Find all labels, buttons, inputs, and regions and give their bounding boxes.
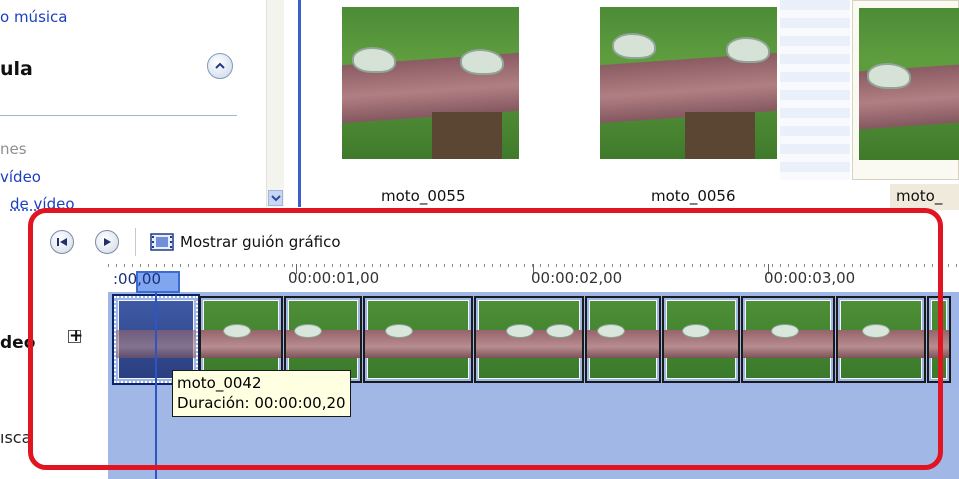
clip-thumbnail[interactable]: [342, 7, 519, 159]
timeline-clip[interactable]: [585, 296, 661, 383]
timeline-clip[interactable]: [836, 296, 926, 383]
import-music-link[interactable]: o música: [0, 8, 68, 26]
clip-tooltip: moto_0042 Duración: 00:00:00,20: [172, 370, 351, 417]
tooltip-clip-name: moto_0042: [177, 374, 262, 392]
scroll-down-button[interactable]: [268, 190, 283, 206]
clip-thumbnail-label: moto_0056: [651, 187, 736, 205]
show-storyboard-label: Mostrar guión gráfico: [180, 233, 341, 251]
timeline-clip[interactable]: [741, 296, 835, 383]
filmstrip-decoration: [780, 0, 850, 180]
collapse-section-button[interactable]: [207, 53, 233, 79]
show-storyboard-button[interactable]: Mostrar guión gráfico: [150, 231, 341, 253]
task-pane-scrollbar[interactable]: [266, 0, 284, 207]
video-track-label: deo: [0, 333, 36, 353]
playhead-time: :00,00: [113, 270, 161, 288]
time-ruler[interactable]: 00:00:01,00 00:00:02,00 00:00:03,00: [108, 264, 959, 293]
clip-thumbnail[interactable]: [600, 7, 777, 159]
playhead-line[interactable]: [155, 292, 157, 479]
pane-section-title: ula: [0, 58, 33, 80]
play-icon: [104, 238, 111, 246]
video-effects-link[interactable]: de vídeo: [10, 195, 75, 213]
clip-thumbnail: [859, 8, 959, 160]
pane-divider: [0, 115, 237, 116]
play-button[interactable]: [95, 230, 119, 254]
toolbar-separator: [135, 228, 136, 256]
timeline-clip[interactable]: [662, 296, 740, 383]
music-track-label: ısca: [0, 428, 32, 447]
ruler-tick-label: 00:00:01,00: [288, 269, 380, 287]
rewind-button[interactable]: [50, 230, 74, 254]
ruler-tick-label: 00:00:02,00: [531, 269, 623, 287]
clip-thumbnail-selected[interactable]: [852, 0, 959, 180]
tooltip-duration: Duración: 00:00:00,20: [177, 394, 346, 412]
timeline-toolbar: Mostrar guión gráfico: [0, 218, 959, 264]
chevron-up-icon: [215, 62, 225, 69]
timeline-panel: Mostrar guión gráfico 00:00:01,00 00:00:…: [0, 218, 959, 479]
filmstrip-icon: [150, 233, 174, 251]
expand-track-button[interactable]: +: [68, 328, 83, 345]
timeline-clip[interactable]: [927, 296, 951, 383]
pane-separator: [298, 0, 301, 207]
timeline-clip[interactable]: [363, 296, 473, 383]
chevron-down-icon: [270, 195, 281, 202]
pane-subheading: nes: [0, 140, 27, 158]
task-pane: o música ula nes vídeo de vídeo: [0, 0, 265, 225]
clip-thumbnail-label: moto_0055: [381, 187, 466, 205]
video-link[interactable]: vídeo: [0, 168, 41, 186]
ruler-tick-label: 00:00:03,00: [764, 269, 856, 287]
rewind-icon: [57, 238, 67, 246]
clip-thumbnail-label: moto_: [896, 187, 943, 205]
timeline-clip[interactable]: [474, 296, 584, 383]
